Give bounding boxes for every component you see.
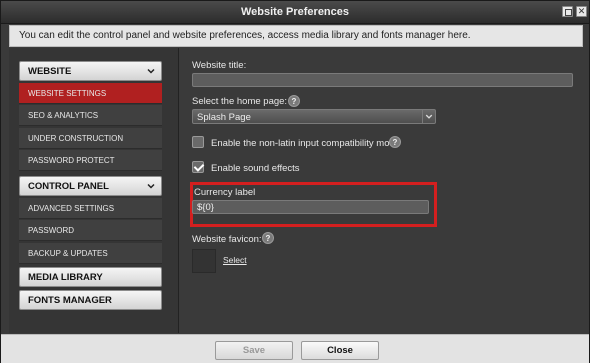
sidebar-item-under-construction[interactable]: UNDER CONSTRUCTION bbox=[19, 128, 162, 149]
close-button[interactable]: Close bbox=[301, 341, 379, 360]
footer-bar: Save Close bbox=[1, 334, 589, 363]
category-fonts-manager-label: FONTS MANAGER bbox=[28, 295, 112, 306]
favicon-select-link[interactable]: Select bbox=[223, 255, 247, 265]
favicon-label: Website favicon: bbox=[192, 234, 262, 245]
home-page-select[interactable]: Splash Page bbox=[192, 109, 436, 124]
maximize-icon[interactable] bbox=[562, 6, 573, 17]
sidebar-item-backup-updates[interactable]: BACKUP & UPDATES bbox=[19, 243, 162, 264]
sidebar: WEBSITE WEBSITE SETTINGS SEO & ANALYTICS… bbox=[9, 48, 179, 333]
sidebar-item-website-settings[interactable]: WEBSITE SETTINGS bbox=[19, 83, 162, 104]
help-icon[interactable]: ? bbox=[262, 232, 274, 244]
close-icon[interactable]: ✕ bbox=[576, 6, 587, 17]
favicon-preview bbox=[192, 249, 216, 273]
category-fonts-manager[interactable]: FONTS MANAGER bbox=[19, 290, 162, 310]
home-page-value: Splash Page bbox=[197, 112, 251, 123]
nonlatin-checkbox[interactable] bbox=[192, 136, 204, 148]
category-website-label: WEBSITE bbox=[28, 66, 72, 77]
settings-panel: Website title: Select the home page: ? S… bbox=[180, 48, 583, 333]
window-title: Website Preferences bbox=[240, 6, 350, 18]
sound-effects-checkbox[interactable] bbox=[192, 161, 204, 173]
sidebar-item-label: ADVANCED SETTINGS bbox=[28, 204, 115, 213]
sidebar-item-password-protect[interactable]: PASSWORD PROTECT bbox=[19, 150, 162, 171]
title-bar[interactable]: Website Preferences ✕ bbox=[1, 1, 589, 24]
sidebar-item-label: PASSWORD bbox=[28, 226, 75, 235]
category-media-library[interactable]: MEDIA LIBRARY bbox=[19, 267, 162, 287]
category-control-panel-label: CONTROL PANEL bbox=[28, 181, 109, 192]
sidebar-item-advanced-settings[interactable]: ADVANCED SETTINGS bbox=[19, 198, 162, 219]
sidebar-item-label: PASSWORD PROTECT bbox=[28, 156, 115, 165]
help-icon[interactable]: ? bbox=[389, 136, 401, 148]
currency-value: ${0} bbox=[197, 202, 214, 213]
chevron-down-icon bbox=[422, 110, 433, 123]
chevron-down-icon bbox=[147, 68, 155, 74]
sidebar-item-seo-analytics[interactable]: SEO & ANALYTICS bbox=[19, 105, 162, 126]
sidebar-item-label: UNDER CONSTRUCTION bbox=[28, 134, 124, 143]
website-title-input[interactable] bbox=[192, 73, 573, 87]
home-page-label: Select the home page: bbox=[192, 96, 288, 107]
sound-effects-label: Enable sound effects bbox=[211, 163, 300, 174]
chevron-down-icon bbox=[147, 183, 155, 189]
info-text: You can edit the control panel and websi… bbox=[19, 30, 471, 41]
nonlatin-label: Enable the non-latin input compatibility… bbox=[211, 138, 401, 149]
info-banner: You can edit the control panel and websi… bbox=[9, 25, 583, 47]
currency-input[interactable]: ${0} bbox=[192, 200, 429, 214]
sidebar-item-label: SEO & ANALYTICS bbox=[28, 111, 99, 120]
save-button[interactable]: Save bbox=[215, 341, 293, 360]
currency-label: Currency label bbox=[194, 187, 256, 198]
help-icon[interactable]: ? bbox=[288, 95, 300, 107]
website-title-label: Website title: bbox=[192, 60, 247, 71]
sidebar-item-password[interactable]: PASSWORD bbox=[19, 220, 162, 241]
preferences-window: Website Preferences ✕ You can edit the c… bbox=[0, 0, 590, 363]
category-media-library-label: MEDIA LIBRARY bbox=[28, 272, 103, 283]
sidebar-item-label: BACKUP & UPDATES bbox=[28, 249, 108, 258]
category-control-panel[interactable]: CONTROL PANEL bbox=[19, 176, 162, 196]
category-website[interactable]: WEBSITE bbox=[19, 61, 162, 81]
sidebar-item-label: WEBSITE SETTINGS bbox=[28, 89, 107, 98]
